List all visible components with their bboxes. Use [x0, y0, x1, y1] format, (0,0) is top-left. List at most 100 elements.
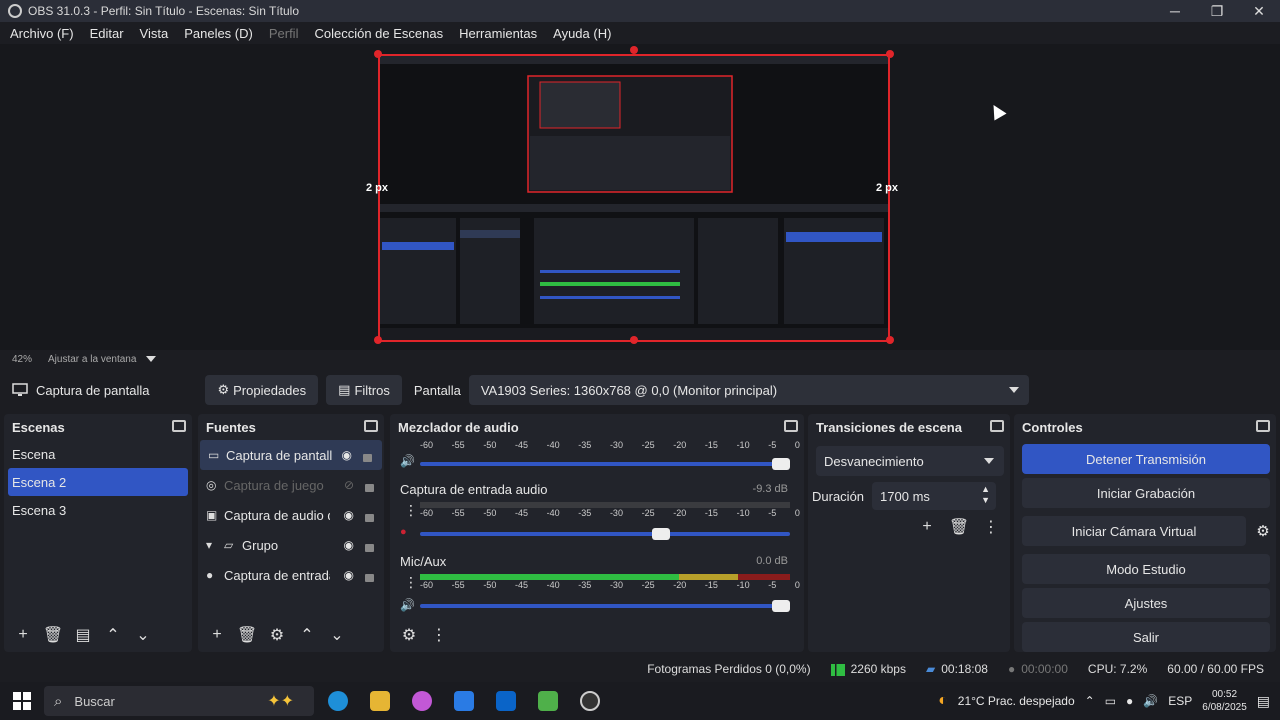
menu-perfil[interactable]: Perfil [269, 26, 299, 41]
arrow-down-icon[interactable]: ⌄ [132, 624, 154, 646]
trash-icon[interactable]: 🗑 [948, 516, 970, 538]
properties-button[interactable]: ⚙ Propiedades [205, 375, 319, 405]
close-button[interactable]: ✕ [1238, 0, 1280, 22]
lock-icon[interactable] [363, 454, 372, 462]
source-item[interactable]: ▭ Captura de pantalla ◉ [200, 440, 382, 470]
gear-icon[interactable]: ⚙ [398, 624, 420, 646]
source-item[interactable]: ◎ Captura de juego ⊘ [198, 470, 384, 500]
add-icon[interactable]: + [12, 624, 34, 646]
scene-item[interactable]: Escena [4, 440, 192, 468]
taskbar-search[interactable]: ⌕ Buscar ✦✦ [44, 686, 314, 716]
chevron-down-icon[interactable]: ▾ [206, 538, 220, 552]
speaker-muted-icon[interactable]: ● [400, 526, 407, 538]
eye-icon[interactable]: ◉ [342, 448, 352, 462]
undock-icon[interactable] [172, 420, 186, 432]
resize-handle-br[interactable] [886, 336, 894, 344]
eye-icon[interactable]: ◉ [344, 508, 354, 522]
lock-icon[interactable] [365, 574, 374, 582]
clock[interactable]: 00:52 6/08/2025 [1202, 688, 1247, 714]
scene-item-selected[interactable]: Escena 2 [8, 468, 188, 496]
arrow-down-icon[interactable]: ⌄ [326, 624, 348, 646]
kebab-menu-icon[interactable]: ⋮ [428, 624, 450, 646]
store-icon[interactable] [446, 686, 482, 716]
start-recording-button[interactable]: Iniciar Grabación [1022, 478, 1270, 508]
transition-select[interactable]: Desvanecimiento [816, 446, 1004, 476]
volume-slider[interactable] [420, 528, 790, 540]
volume-slider[interactable] [420, 600, 790, 612]
notification-icon[interactable]: ▤ [1257, 693, 1270, 710]
undock-icon[interactable] [1256, 420, 1270, 432]
start-virtual-camera-button[interactable]: Iniciar Cámara Virtual [1022, 516, 1246, 546]
copilot-icon[interactable] [404, 686, 440, 716]
lock-icon[interactable] [365, 514, 374, 522]
add-icon[interactable]: + [916, 516, 938, 538]
stop-streaming-button[interactable]: Detener Transmisión [1022, 444, 1270, 474]
duration-input[interactable]: 1700 ms ▲ ▼ [872, 482, 997, 510]
studio-mode-button[interactable]: Modo Estudio [1022, 554, 1270, 584]
chevron-up-icon[interactable]: ⌃ [1085, 694, 1095, 708]
resize-handle-bm[interactable] [630, 336, 638, 344]
stepper-icon[interactable]: ▲ ▼ [981, 484, 990, 506]
eye-icon[interactable]: ◉ [344, 538, 354, 552]
arrow-up-icon[interactable]: ⌃ [296, 624, 318, 646]
undock-icon[interactable] [364, 420, 378, 432]
minimize-button[interactable]: ─ [1154, 0, 1196, 22]
filters-button[interactable]: ▤ Filtros [326, 375, 402, 405]
menu-archivo[interactable]: Archivo (F) [10, 26, 74, 41]
arrow-up-icon[interactable]: ⌃ [102, 624, 124, 646]
resize-handle-bl[interactable] [374, 336, 382, 344]
menu-editar[interactable]: Editar [90, 26, 124, 41]
exit-button[interactable]: Salir [1022, 622, 1270, 652]
menu-coleccion-escenas[interactable]: Colección de Escenas [314, 26, 443, 41]
source-item-group[interactable]: ▾ ▱ Grupo ◉ [198, 530, 384, 560]
edge-app-icon[interactable] [320, 686, 356, 716]
preview-area[interactable]: 2 px 2 px [0, 44, 1280, 350]
android-app-icon[interactable] [530, 686, 566, 716]
add-icon[interactable]: + [206, 624, 228, 646]
resize-handle-tm[interactable] [630, 46, 638, 54]
zoom-fit-label[interactable]: Ajustar a la ventana [48, 354, 136, 365]
undock-icon[interactable] [784, 420, 798, 432]
kebab-menu-icon[interactable]: ⋮ [404, 574, 418, 591]
gear-icon[interactable]: ⚙ [1250, 522, 1276, 540]
display-select[interactable]: VA1903 Series: 1360x768 @ 0,0 (Monitor p… [468, 375, 1029, 405]
volume-slider[interactable] [420, 458, 790, 470]
trash-icon[interactable]: 🗑 [42, 624, 64, 646]
volume-knob[interactable] [772, 458, 790, 470]
speaker-icon[interactable]: 🔊 [400, 598, 415, 612]
kebab-menu-icon[interactable]: ⋮ [404, 502, 418, 519]
kebab-menu-icon[interactable]: ⋮ [980, 516, 1002, 538]
file-explorer-icon[interactable] [362, 686, 398, 716]
menu-herramientas[interactable]: Herramientas [459, 26, 537, 41]
resize-handle-tl[interactable] [374, 50, 382, 58]
menu-paneles[interactable]: Paneles (D) [184, 26, 253, 41]
scene-item[interactable]: Escena 3 [4, 496, 192, 524]
undock-icon[interactable] [990, 420, 1004, 432]
eye-hidden-icon[interactable]: ⊘ [344, 478, 354, 492]
language-indicator[interactable]: ESP [1168, 694, 1192, 708]
start-button[interactable] [0, 692, 44, 710]
volume-knob[interactable] [652, 528, 670, 540]
menu-ayuda[interactable]: Ayuda (H) [553, 26, 611, 41]
speaker-icon[interactable]: 🔊 [400, 454, 415, 468]
mic-icon[interactable]: ● [1126, 694, 1133, 708]
trash-icon[interactable]: 🗑 [236, 624, 258, 646]
volume-knob[interactable] [772, 600, 790, 612]
filter-icon[interactable]: ▤ [72, 624, 94, 646]
zoom-dropdown-icon[interactable] [146, 356, 157, 362]
network-icon[interactable]: ▭ [1105, 694, 1116, 708]
lock-icon[interactable] [365, 544, 374, 552]
source-item[interactable]: ▣ Captura de audio de ◉ [198, 500, 384, 530]
obs-app-icon[interactable] [572, 686, 608, 716]
source-item[interactable]: ● Captura de entrada ◉ [198, 560, 384, 590]
lock-icon[interactable] [365, 484, 374, 492]
eye-icon[interactable]: ◉ [344, 568, 354, 582]
resize-handle-tr[interactable] [886, 50, 894, 58]
maximize-button[interactable]: ❐ [1196, 0, 1238, 22]
gear-icon[interactable]: ⚙ [266, 624, 288, 646]
preview-canvas[interactable] [378, 54, 890, 342]
menu-vista[interactable]: Vista [140, 26, 169, 41]
settings-button[interactable]: Ajustes [1022, 588, 1270, 618]
volume-icon[interactable]: 🔊 [1143, 694, 1158, 708]
weather-text[interactable]: 21°C Prac. despejado [958, 694, 1075, 708]
